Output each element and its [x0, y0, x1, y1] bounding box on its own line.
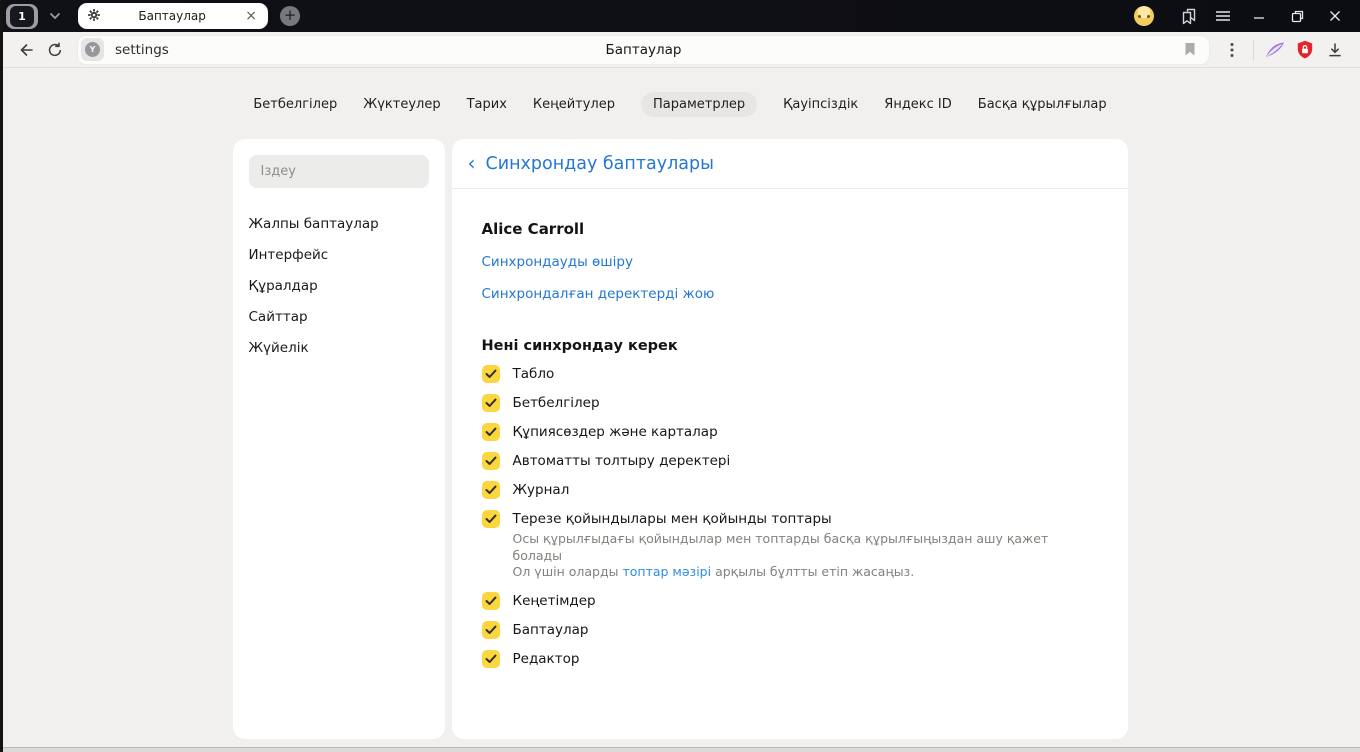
sync-label-7[interactable]: Кеңетімдер	[513, 593, 596, 609]
sync-row-5: Журнал	[481, 481, 1098, 499]
sync-checkbox-3[interactable]	[481, 423, 500, 441]
sync-section-title: Нені синхрондау керек	[481, 338, 678, 354]
description-text: арқылы бұлтты етіп жасаңыз.	[711, 564, 915, 579]
sync-label-1[interactable]: Табло	[513, 366, 555, 382]
sidebar-item-2[interactable]: Интерфейс	[249, 239, 429, 270]
settings-nav-tab-2[interactable]: Жүктеулер	[363, 92, 440, 117]
sync-label-8[interactable]: Баптаулар	[513, 622, 589, 638]
sync-checkbox-2[interactable]	[481, 394, 500, 412]
sync-checkbox-7[interactable]	[481, 591, 500, 610]
sync-label-3[interactable]: Құпиясөздер және карталар	[513, 424, 718, 440]
settings-nav-tab-3[interactable]: Тарих	[467, 92, 507, 117]
settings-nav-tab-4[interactable]: Кеңейтулер	[533, 92, 615, 117]
sync-settings-header[interactable]: ‹ Синхрондау баптаулары	[451, 139, 1128, 189]
close-window-button[interactable]	[1318, 3, 1352, 29]
sync-label-4[interactable]: Автоматты толтыру деректері	[513, 453, 731, 469]
sidebar-list: Жалпы баптаулар Интерфейс Құралдар Сайттар Ж…	[249, 208, 429, 363]
disable-sync-link[interactable]: Синхрондауды өшіру	[482, 254, 633, 270]
sync-label-9[interactable]: Редактор	[513, 651, 580, 667]
back-icon[interactable]	[10, 36, 40, 64]
sync-row-1: Табло	[481, 365, 1098, 383]
window-bottom-edge	[0, 747, 1360, 752]
panels: Жалпы баптауларИнтерфейсҚұралдарСайттарЖ…	[0, 139, 1360, 739]
sync-description-6: Осы құрылғыдағы қойындылар мен топтарды …	[513, 531, 1098, 581]
restore-button[interactable]	[1280, 3, 1314, 29]
sync-checkbox-8[interactable]	[481, 620, 500, 639]
sidebar-item-3[interactable]: Құралдар	[249, 270, 429, 301]
sync-checkbox-9[interactable]	[481, 649, 500, 668]
sync-checkbox-1[interactable]	[481, 365, 500, 383]
sidebar-item-5[interactable]: Жүйелік	[249, 332, 429, 363]
sync-description-line1: Осы құрылғыдағы қойындылар мен топтарды …	[512, 531, 1049, 563]
sync-row-2: Бетбелгілер	[481, 394, 1098, 412]
menu-icon[interactable]	[1208, 3, 1238, 29]
sidebar-item-4[interactable]: Сайттар	[249, 301, 429, 332]
tab-groups-menu-link[interactable]: топтар мәзірі	[622, 564, 711, 579]
minimize-button[interactable]	[1242, 3, 1276, 29]
sync-checkbox-5[interactable]	[481, 481, 500, 499]
tab-title: Баптаулар	[138, 9, 206, 23]
description-text: Ол үшін оларды	[512, 564, 623, 579]
bookmark-icon[interactable]	[1177, 38, 1203, 62]
settings-page: Бетбелгілер Жүктеулер Тарих Кеңейтулер Парам…	[0, 68, 1360, 752]
settings-nav-tab-8[interactable]: Басқа құрылғылар	[978, 92, 1107, 117]
sync-checkbox-list: Табло Бетбелгілер Құпиясөздер және картала…	[481, 365, 1098, 668]
sync-row-4: Автоматты толтыру деректері	[481, 452, 1098, 470]
sync-label-2[interactable]: Бетбелгілер	[513, 395, 600, 411]
settings-sidebar: Жалпы баптауларИнтерфейсҚұралдарСайттарЖ…	[232, 139, 445, 739]
tab-counter-button[interactable]: 1	[6, 3, 38, 29]
protect-shield-icon[interactable]	[1290, 36, 1320, 64]
sync-label-6[interactable]: Терезе қойындылары мен қойынды топтары	[513, 511, 832, 527]
toolbar-divider	[1253, 39, 1254, 60]
gear-icon	[87, 7, 101, 26]
page-title: Баптаулар	[605, 41, 682, 58]
settings-nav-tabs: Бетбелгілер Жүктеулер Тарих Кеңейтулер Парам…	[0, 68, 1360, 117]
downloads-icon[interactable]	[1320, 36, 1350, 64]
settings-nav-tab-5[interactable]: Параметрлер	[641, 92, 758, 117]
sync-checkbox-4[interactable]	[481, 452, 500, 470]
sync-row-3: Құпиясөздер және карталар	[481, 423, 1098, 441]
reload-icon[interactable]	[40, 36, 70, 64]
browser-tab-settings[interactable]: Баптаулар ×	[78, 3, 268, 29]
settings-nav-tab-1[interactable]: Бетбелгілер	[253, 92, 337, 117]
sync-checkbox-6[interactable]	[481, 510, 500, 528]
sync-description-line2: Ол үшін оларды топтар мәзірі арқылы бұлт…	[513, 564, 1098, 581]
profile-avatar[interactable]	[1134, 6, 1154, 26]
new-tab-button[interactable]: +	[280, 6, 300, 26]
address-bar[interactable]: Y settings Баптаулар	[78, 35, 1209, 64]
sync-settings-heading: Синхрондау баптаулары	[485, 153, 714, 174]
collections-icon[interactable]	[1174, 3, 1204, 29]
sidebar-item-1[interactable]: Жалпы баптаулар	[249, 208, 429, 239]
browser-window: 1 Баптаулар × + Y settings Баптаулар Бет…	[0, 0, 1360, 752]
address-url: settings	[115, 41, 169, 58]
tab-close-icon[interactable]: ×	[243, 9, 259, 23]
sync-row-6: Терезе қойындылары мен қойынды топтары	[481, 510, 1098, 528]
sync-settings-panel: ‹ Синхрондау баптаулары Alice Carroll Си…	[451, 139, 1128, 739]
back-chevron-icon[interactable]: ‹	[468, 153, 476, 173]
feather-extension-icon[interactable]	[1260, 36, 1290, 64]
account-name: Alice Carroll	[481, 220, 585, 238]
kebab-menu-icon[interactable]	[1217, 36, 1247, 64]
sync-label-5[interactable]: Журнал	[513, 482, 570, 498]
sync-row-7: Кеңетімдер	[481, 591, 1098, 610]
settings-nav-tab-6[interactable]: Қауіпсіздік	[783, 92, 858, 117]
tab-list-chevron-icon[interactable]	[42, 4, 68, 29]
settings-nav-tab-7[interactable]: Яндекс ID	[884, 92, 952, 117]
settings-search-input[interactable]	[248, 155, 429, 188]
toolbar: Y settings Баптаулар	[0, 32, 1360, 68]
titlebar: 1 Баптаулар × +	[0, 0, 1360, 32]
sync-row-8: Баптаулар	[481, 620, 1098, 639]
site-icon[interactable]: Y	[81, 38, 104, 61]
sync-settings-body: Alice Carroll Синхрондауды өшіру Синхрон…	[452, 189, 1128, 668]
tab-counter-value: 1	[10, 5, 34, 27]
window-left-edge	[0, 0, 3, 752]
sync-row-9: Редактор	[481, 649, 1098, 668]
delete-synced-data-link[interactable]: Синхрондалған деректерді жою	[482, 286, 715, 302]
